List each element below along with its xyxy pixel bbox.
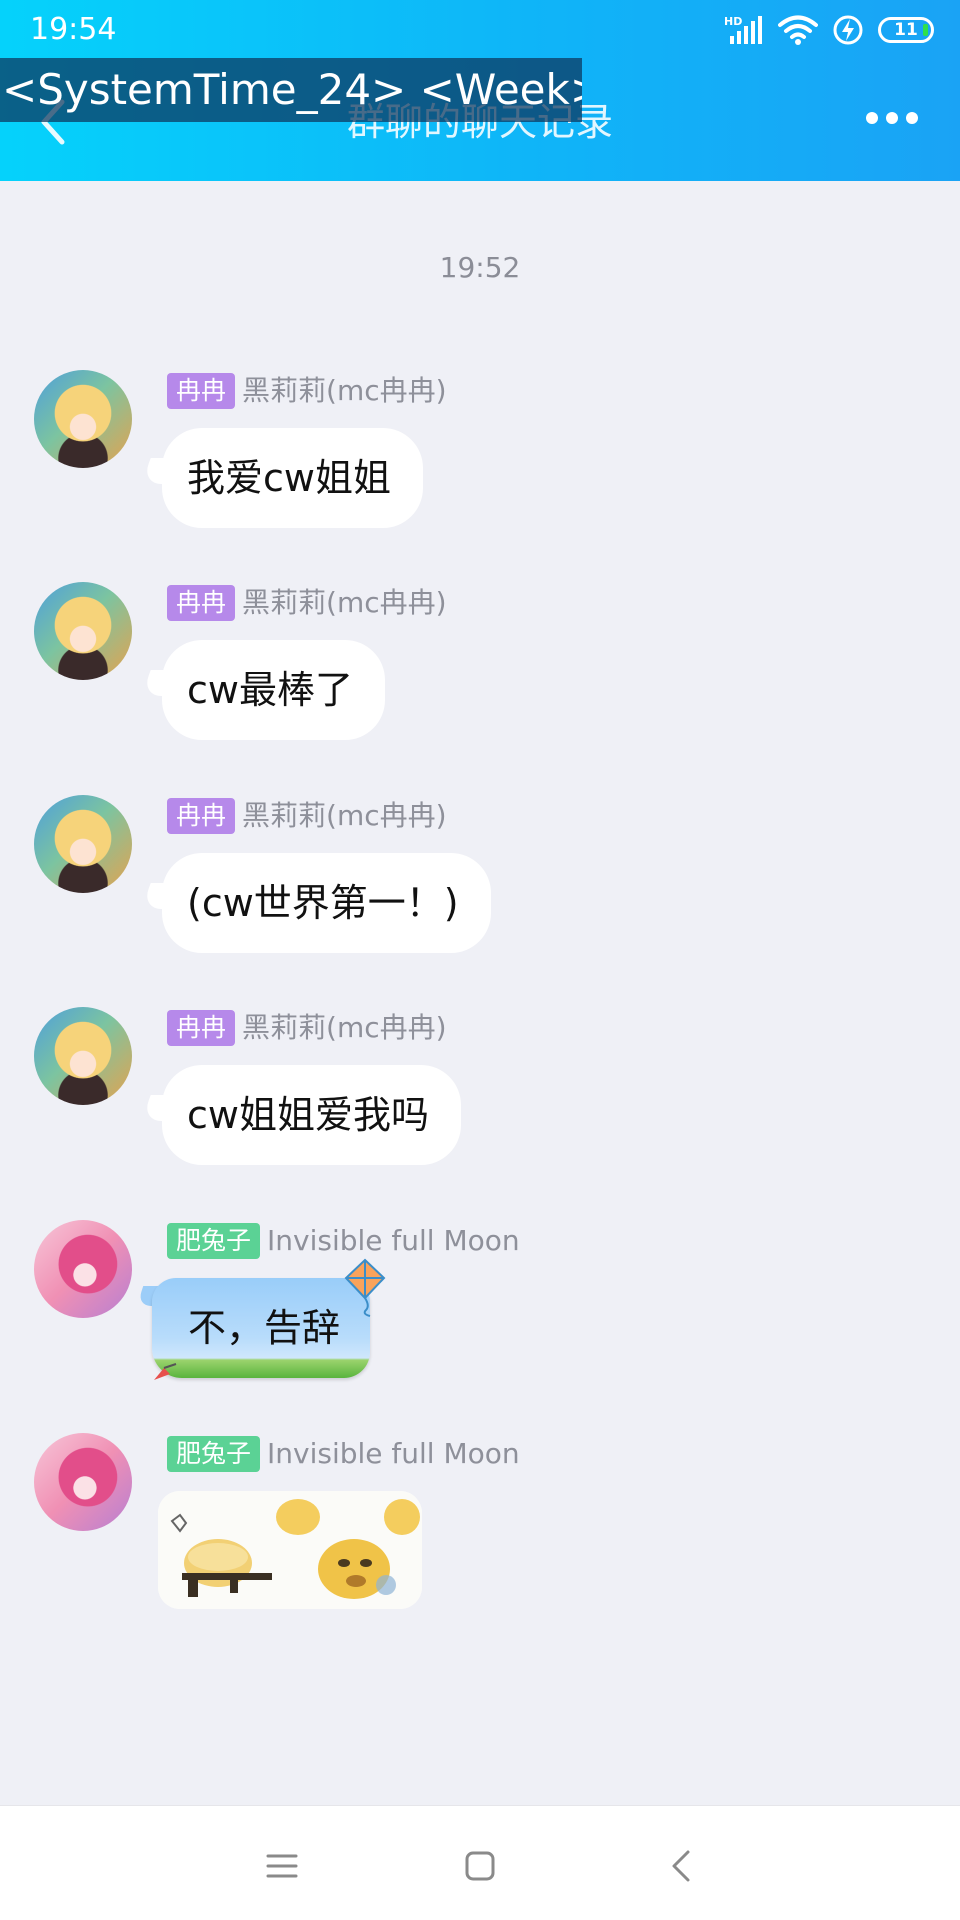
group-title-badge: 肥兔子 <box>167 1223 261 1259</box>
sender-row: 肥兔子 Invisible full Moon <box>167 1435 520 1473</box>
message-bubble[interactable]: 不，告辞 <box>152 1278 371 1378</box>
more-dots-icon[interactable] <box>862 98 922 138</box>
group-title-badge: 冉冉 <box>167 1010 236 1046</box>
status-icons: HD 11 <box>724 12 934 48</box>
sender-row: 肥兔子 Invisible full Moon <box>167 1222 520 1260</box>
meme-sticker[interactable] <box>158 1491 422 1609</box>
bottom-navigation <box>0 1805 960 1920</box>
battery-indicator: 11 <box>878 17 934 43</box>
sender-name: 黑莉莉(mc冉冉) <box>242 1011 447 1044</box>
sender-name: 黑莉莉(mc冉冉) <box>242 586 447 619</box>
sticker-image <box>158 1491 422 1609</box>
kite-icon <box>344 1258 386 1317</box>
home-icon[interactable] <box>450 1836 510 1896</box>
ribbon-icon <box>154 1363 177 1380</box>
sender-name: Invisible full Moon <box>267 1437 520 1470</box>
avatar[interactable] <box>34 795 132 893</box>
wifi-icon <box>778 15 818 45</box>
group-title-badge: 肥兔子 <box>167 1436 261 1472</box>
group-title-badge: 冉冉 <box>167 373 236 409</box>
sender-row: 冉冉 黑莉莉(mc冉冉) <box>167 797 447 835</box>
battery-fill <box>923 24 928 36</box>
message-bubble[interactable]: cw姐姐爱我吗 <box>162 1065 461 1165</box>
group-title-badge: 冉冉 <box>167 798 236 834</box>
avatar[interactable] <box>34 582 132 680</box>
avatar[interactable] <box>34 1007 132 1105</box>
back-icon[interactable] <box>652 1836 712 1896</box>
sender-name: Invisible full Moon <box>267 1224 520 1257</box>
charging-icon <box>833 15 863 45</box>
message-bubble[interactable]: 我爱cw姐姐 <box>162 428 423 528</box>
message-bubble[interactable]: (cw世界第一！) <box>162 853 491 953</box>
signal-icon: HD <box>724 15 762 44</box>
sender-name: 黑莉莉(mc冉冉) <box>242 374 447 407</box>
battery-level: 11 <box>894 20 918 40</box>
avatar[interactable] <box>34 1220 132 1318</box>
sender-row: 冉冉 黑莉莉(mc冉冉) <box>167 1009 447 1047</box>
header-bar: 19:54 HD 11 群聊的聊天记录 <SystemTime_24> <Wee… <box>0 0 960 181</box>
menu-icon[interactable] <box>252 1836 312 1896</box>
status-time: 19:54 <box>30 12 117 47</box>
chat-timestamp: 19:52 <box>439 251 521 284</box>
sender-row: 冉冉 黑莉莉(mc冉冉) <box>167 372 447 410</box>
avatar[interactable] <box>34 370 132 468</box>
avatar[interactable] <box>34 1433 132 1531</box>
chat-history-screen: 19:54 HD 11 群聊的聊天记录 <SystemTime_24> <Wee… <box>0 0 960 1920</box>
message-bubble[interactable]: cw最棒了 <box>162 640 385 740</box>
group-title-badge: 冉冉 <box>167 585 236 621</box>
sender-row: 冉冉 黑莉莉(mc冉冉) <box>167 584 447 622</box>
system-time-overlay: <SystemTime_24> <Week> <box>0 58 582 122</box>
svg-text:HD: HD <box>724 15 742 28</box>
sender-name: 黑莉莉(mc冉冉) <box>242 799 447 832</box>
